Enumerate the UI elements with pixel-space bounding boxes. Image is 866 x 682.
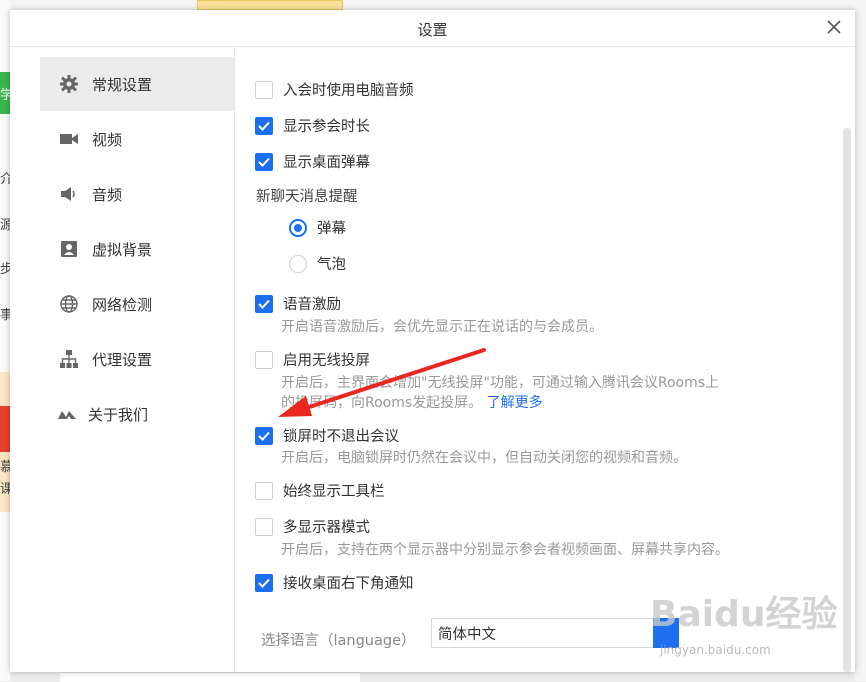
- close-button[interactable]: [821, 14, 847, 40]
- sidebar-item-audio[interactable]: 音频: [40, 167, 234, 221]
- check-icon: [258, 299, 270, 309]
- option-label: 接收桌面右下角通知: [283, 576, 414, 592]
- background-text: 介: [0, 172, 10, 187]
- wireless-cast-description: 开启后，主界面会增加"无线投屏"功能，可通过输入腾讯会议Rooms上 的投屏码，…: [281, 373, 719, 413]
- option-label: 锁屏时不退出会议: [283, 429, 399, 445]
- sidebar-item-label: 关于我们: [88, 405, 149, 424]
- sidebar-item-label: 网络检测: [92, 295, 153, 314]
- portrait-icon: [58, 238, 80, 260]
- background-yellow-tab: [197, 0, 343, 10]
- video-icon: [58, 128, 80, 150]
- globe-icon: [58, 293, 80, 315]
- option-label: 语音激励: [283, 297, 341, 313]
- learn-more-link[interactable]: 了解更多: [487, 395, 543, 411]
- background-red-badge: [0, 406, 10, 452]
- wireless-cast-option[interactable]: 启用无线投屏: [255, 349, 370, 370]
- lock-screen-option[interactable]: 锁屏时不退出会议: [255, 425, 399, 446]
- language-value: 简体中文: [438, 626, 496, 643]
- chat-reminder-label: 新聊天消息提醒: [256, 189, 358, 205]
- voice-excite-option[interactable]: 语音激励: [255, 293, 341, 314]
- use-pc-audio-option[interactable]: 入会时使用电脑音频: [255, 79, 414, 100]
- network-icon: [58, 348, 80, 370]
- sidebar-item-label: 代理设置: [92, 350, 153, 369]
- always-toolbar-option[interactable]: 始终显示工具栏: [255, 480, 385, 501]
- sidebar-item-label: 音频: [92, 185, 123, 204]
- speaker-icon: [58, 183, 80, 205]
- multi-monitor-description: 开启后，支持在两个显示器中分别显示参会者视频画面、屏幕共享内容。: [281, 542, 729, 558]
- use-pc-audio-checkbox[interactable]: [255, 80, 273, 99]
- language-select[interactable]: 简体中文: [431, 618, 679, 648]
- option-label: 多显示器模式: [283, 520, 370, 536]
- settings-sidebar: 常规设置 视频 音频 虚拟背景 网络检测 代理设置 关于我们: [10, 47, 235, 672]
- description-line: 开启后，主界面会增加"无线投屏"功能，可通过输入腾讯会议Rooms上: [281, 375, 720, 391]
- background-text: 学: [0, 88, 10, 103]
- option-label: 启用无线投屏: [283, 353, 370, 369]
- check-icon: [258, 157, 270, 167]
- corner-notify-checkbox[interactable]: [255, 573, 273, 592]
- corner-notify-option[interactable]: 接收桌面右下角通知: [255, 572, 414, 593]
- wireless-cast-checkbox[interactable]: [255, 350, 273, 369]
- background-text: 步: [0, 262, 10, 277]
- description-text: 的投屏码，向Rooms发起投屏。: [281, 395, 483, 411]
- dialog-title: 设置: [417, 21, 448, 39]
- background-text: 慕: [0, 460, 10, 475]
- language-label: 选择语言（language）: [261, 633, 416, 649]
- show-danmaku-checkbox[interactable]: [255, 152, 273, 171]
- voice-excite-checkbox[interactable]: [255, 294, 273, 313]
- general-settings-panel: 入会时使用电脑音频 显示参会时长 显示桌面弹幕 新聊天消息提醒 弹幕 气泡 语音…: [235, 47, 855, 672]
- option-label: 弹幕: [317, 221, 346, 237]
- bubble-radio[interactable]: [289, 254, 307, 273]
- close-icon: [827, 20, 841, 34]
- background-text: 源: [0, 218, 10, 233]
- option-label: 气泡: [317, 257, 346, 273]
- multi-monitor-checkbox[interactable]: [255, 517, 273, 536]
- dialog-titlebar: 设置: [10, 10, 855, 47]
- logo-icon: [56, 403, 78, 425]
- sidebar-item-about[interactable]: 关于我们: [40, 387, 234, 441]
- option-label: 显示桌面弹幕: [283, 155, 370, 171]
- watermark-subtext: jingyan.baidu.com: [660, 643, 771, 657]
- option-label: 显示参会时长: [283, 119, 370, 135]
- description-line: 的投屏码，向Rooms发起投屏。 了解更多: [281, 393, 719, 413]
- sidebar-item-label: 视频: [92, 130, 123, 149]
- scrollbar-thumb[interactable]: [843, 128, 851, 672]
- show-duration-checkbox[interactable]: [255, 116, 273, 135]
- always-toolbar-checkbox[interactable]: [255, 481, 273, 500]
- baidu-watermark: Baidu经验: [650, 594, 838, 635]
- chat-reminder-danmaku-option[interactable]: 弹幕: [289, 217, 346, 238]
- danmaku-radio[interactable]: [289, 218, 307, 237]
- check-icon: [258, 578, 270, 588]
- sidebar-item-video[interactable]: 视频: [40, 112, 234, 166]
- lock-screen-description: 开启后，电脑锁屏时仍然在会议中，但自动关闭您的视频和音频。: [281, 450, 687, 466]
- option-label: 入会时使用电脑音频: [283, 83, 414, 99]
- settings-dialog: 设置 常规设置 视频 音频 虚拟背景 网络检测 代理设置 关于我们 入会时使用电…: [10, 10, 855, 672]
- lock-screen-checkbox[interactable]: [255, 426, 273, 445]
- gear-icon: [58, 73, 80, 95]
- chat-reminder-bubble-option[interactable]: 气泡: [289, 253, 346, 274]
- show-duration-option[interactable]: 显示参会时长: [255, 115, 370, 136]
- sidebar-item-virtual-background[interactable]: 虚拟背景: [40, 222, 234, 276]
- sidebar-item-network-check[interactable]: 网络检测: [40, 277, 234, 331]
- sidebar-item-label: 常规设置: [92, 75, 153, 94]
- sidebar-item-proxy[interactable]: 代理设置: [40, 332, 234, 386]
- multi-monitor-option[interactable]: 多显示器模式: [255, 516, 370, 537]
- sidebar-item-general[interactable]: 常规设置: [40, 57, 234, 111]
- background-text: 课: [0, 482, 10, 497]
- background-text: 事: [0, 308, 10, 323]
- check-icon: [258, 431, 270, 441]
- option-label: 始终显示工具栏: [283, 484, 385, 500]
- background-app-header: [0, 0, 866, 10]
- sidebar-item-label: 虚拟背景: [92, 240, 153, 259]
- show-danmaku-option[interactable]: 显示桌面弹幕: [255, 151, 370, 172]
- background-right-strip: [854, 0, 866, 681]
- check-icon: [258, 121, 270, 131]
- voice-excite-description: 开启语音激励后，会优先显示正在说话的与会成员。: [281, 319, 603, 335]
